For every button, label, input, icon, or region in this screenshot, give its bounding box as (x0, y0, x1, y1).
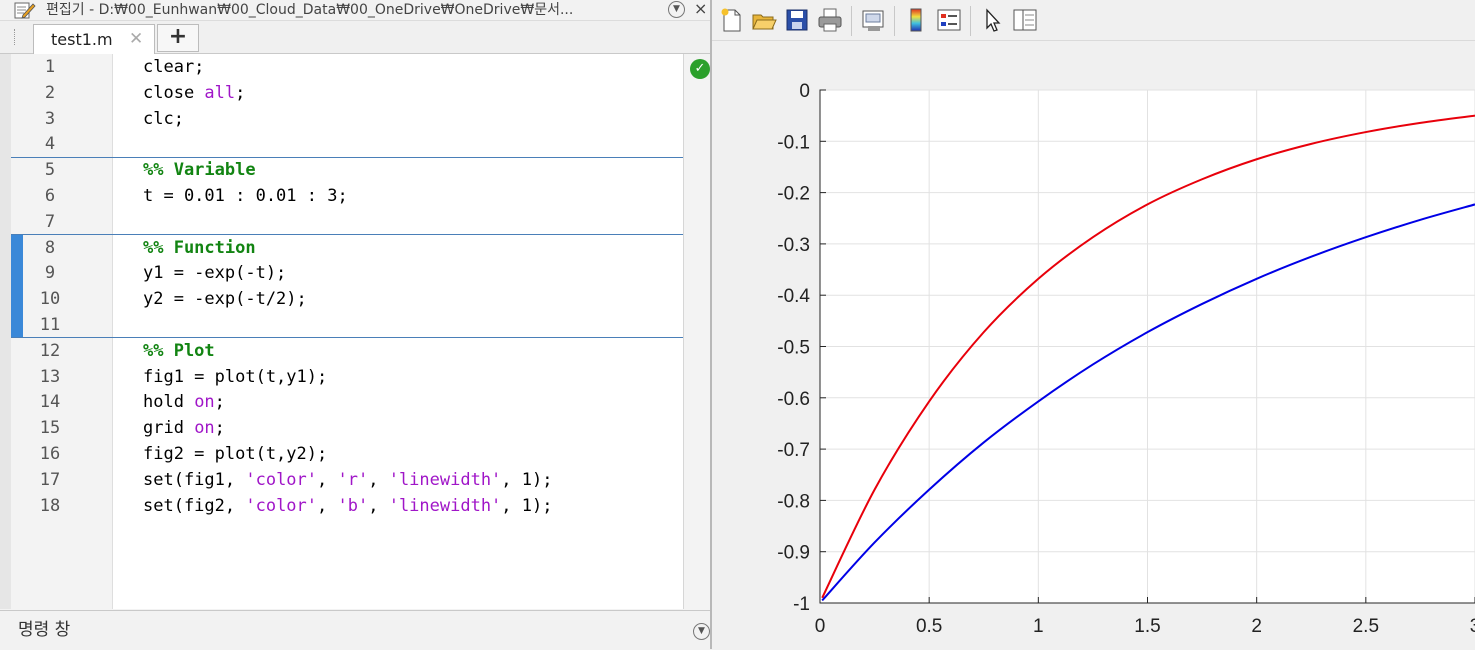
line-number: 4 (44, 134, 56, 155)
tab-test1[interactable]: test1.m ✕ (33, 24, 155, 54)
code-line[interactable]: 4 (11, 131, 683, 157)
x-tick-label: 1 (1033, 616, 1044, 637)
y-tick-label: -0.4 (777, 286, 810, 307)
command-window-label: 명령 창 (18, 620, 71, 640)
line-number: 16 (39, 444, 61, 464)
grip-handle[interactable] (14, 29, 18, 45)
line-number: 5 (44, 160, 56, 181)
code-line[interactable]: 3 clc; (11, 106, 683, 132)
line-number: 8 (44, 237, 56, 258)
tab-bar: test1.m ✕ + (0, 21, 710, 54)
code-text: set(fig1, 'color', 'r', 'linewidth', 1); (143, 469, 553, 490)
line-number: 14 (39, 392, 61, 413)
code-text: y1 = -exp(-t); (143, 263, 287, 284)
y-tick-label: -1 (793, 594, 810, 615)
code-line[interactable]: 8 %% Function (11, 235, 683, 261)
editor-pencil-icon (14, 2, 36, 19)
y-tick-label: 0 (799, 81, 810, 102)
line-number: 12 (39, 340, 61, 361)
y-tick-label: -0.8 (777, 491, 810, 512)
editor-window: 편집기 - D:₩00_Eunhwan₩00_Cloud_Data₩00_One… (0, 0, 711, 650)
y-tick-label: -0.6 (777, 389, 810, 410)
code-text: close all; (143, 82, 246, 103)
line-number: 3 (44, 108, 56, 129)
line-number: 9 (44, 263, 56, 284)
line-number: 10 (39, 289, 61, 310)
line-number: 7 (44, 211, 56, 232)
code-line[interactable]: 2 close all; (11, 80, 683, 106)
plot-canvas[interactable]: 0 0.5 1 1.5 2 2.5 3 0 -0.1 -0.2 -0.3 -0.4 -0.5 -0.6 -0… (710, 0, 1475, 649)
code-analyzer-margin (683, 54, 711, 609)
code-text: %% Plot (143, 340, 215, 361)
add-tab-button[interactable]: + (157, 24, 199, 52)
check-icon[interactable]: ✓ (690, 59, 710, 79)
code-line[interactable]: 5 %% Variable (11, 157, 683, 183)
code-text: hold on; (143, 392, 225, 413)
code-text: fig1 = plot(t,y1); (143, 366, 328, 387)
y-tick-label: -0.3 (777, 235, 810, 256)
chevron-down-icon[interactable]: ▼ (693, 623, 710, 640)
close-icon[interactable]: × (694, 0, 707, 18)
x-tick-label: 3 (1470, 616, 1475, 637)
code-line[interactable]: 6 t = 0.01 : 0.01 : 3; (11, 183, 683, 209)
code-text: grid on; (143, 418, 225, 439)
code-text: %% Function (143, 237, 256, 258)
y-tick-label: -0.5 (777, 338, 810, 359)
x-tick-label: 0.5 (916, 616, 942, 637)
line-number: 11 (39, 315, 61, 335)
code-line[interactable]: 7 (11, 209, 683, 235)
line-number: 6 (44, 186, 56, 206)
code-text: t = 0.01 : 0.01 : 3; (143, 186, 348, 206)
code-line[interactable]: 17 set(fig1, 'color', 'r', 'linewidth', 1… (11, 467, 683, 493)
y-tick-label: -0.7 (777, 440, 810, 461)
line-number: 13 (39, 366, 61, 387)
y-tick-label: -0.9 (777, 543, 810, 564)
code-line[interactable]: 15 grid on; (11, 415, 683, 441)
x-tick-label: 2.5 (1353, 616, 1379, 637)
editor-title: 편집기 - D:₩00_Eunhwan₩00_Cloud_Data₩00_One… (46, 2, 574, 18)
code-line[interactable]: 18 set(fig2, 'color', 'b', 'linewidth', 1… (11, 493, 683, 519)
code-text: fig2 = plot(t,y2); (143, 444, 328, 464)
line-number: 17 (39, 469, 61, 490)
tab-label: test1.m (51, 30, 113, 49)
code-line[interactable]: 9 y1 = -exp(-t); (11, 260, 683, 286)
code-line[interactable]: 12 %% Plot (11, 338, 683, 364)
line-number: 15 (39, 418, 61, 439)
x-tick-label: 0 (815, 616, 826, 637)
code-text: y2 = -exp(-t/2); (143, 289, 307, 310)
x-tick-label: 1.5 (1134, 616, 1160, 637)
code-line[interactable]: 14 hold on; (11, 389, 683, 415)
line-number: 1 (44, 57, 56, 77)
y-tick-label: -0.2 (777, 184, 810, 205)
code-text: %% Variable (143, 160, 256, 181)
code-line[interactable]: 1 clear; (11, 54, 683, 80)
x-tick-label: 2 (1251, 616, 1262, 637)
code-line[interactable]: 16 fig2 = plot(t,y2); (11, 441, 683, 467)
y-tick-label: -0.1 (777, 132, 810, 153)
code-text: set(fig2, 'color', 'b', 'linewidth', 1); (143, 495, 553, 516)
tab-close-icon[interactable]: ✕ (129, 29, 143, 49)
code-text: clc; (143, 108, 184, 129)
code-text: clear; (143, 57, 205, 77)
code-line[interactable]: 11 (11, 312, 683, 338)
line-number: 18 (39, 495, 61, 516)
command-window-header: 명령 창 ▼ (0, 610, 710, 650)
editor-titlebar: 편집기 - D:₩00_Eunhwan₩00_Cloud_Data₩00_One… (0, 0, 710, 21)
chevron-down-icon[interactable]: ▼ (668, 1, 685, 18)
code-line[interactable]: 13 fig1 = plot(t,y1); (11, 364, 683, 390)
code-line[interactable]: 10 y2 = -exp(-t/2); (11, 286, 683, 312)
line-number: 2 (44, 82, 56, 103)
